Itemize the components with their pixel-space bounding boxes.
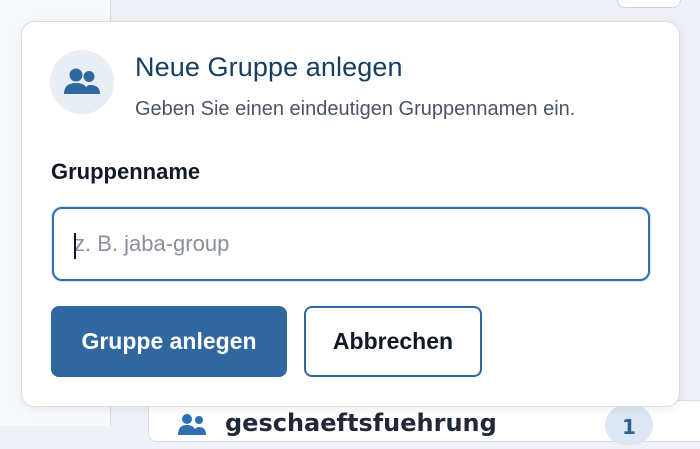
dialog-subtitle: Geben Sie einen eindeutigen Gruppennamen…: [135, 98, 576, 120]
create-group-dialog: Neue Gruppe anlegen Geben Sie einen eind…: [21, 21, 680, 407]
group-name-label: Gruppenname: [51, 159, 201, 184]
create-group-button[interactable]: Gruppe anlegen: [51, 306, 287, 377]
group-name-input[interactable]: [52, 207, 650, 281]
background-top-button: [617, 0, 681, 8]
users-icon: [177, 413, 207, 435]
group-name: geschaeftsfuehrung: [225, 409, 497, 437]
users-icon: [64, 68, 100, 94]
member-count-badge: 1: [605, 405, 653, 445]
dialog-title: Neue Gruppe anlegen: [135, 52, 403, 82]
group-name-field-focus-ring: [51, 206, 651, 282]
cancel-button[interactable]: Abbrechen: [304, 306, 482, 377]
text-cursor: [74, 233, 76, 259]
dialog-icon-circle: [50, 50, 114, 114]
